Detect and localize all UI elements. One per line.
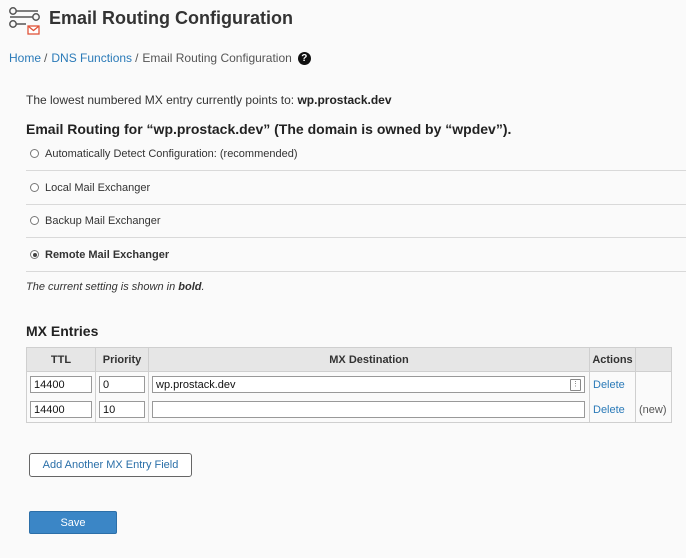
priority-input[interactable]: 0 [99,376,145,393]
mx-pointer-domain: wp.prostack.dev [297,93,392,107]
autofill-icon[interactable]: ⋮ [570,378,581,391]
breadcrumb-current: Email Routing Configuration [142,51,292,65]
current-note-bold: bold [178,281,202,293]
current-note-suffix: . [201,281,205,293]
option-local-mail-exchanger[interactable]: Local Mail Exchanger [26,171,686,204]
save-button[interactable]: Save [29,511,117,534]
ttl-value: 14400 [34,378,65,391]
ttl-input[interactable]: 14400 [30,376,92,393]
mx-pointer-note: The lowest numbered MX entry currently p… [26,93,392,107]
ttl-value: 14400 [34,403,65,416]
breadcrumb-dns-functions-link[interactable]: DNS Functions [51,51,132,65]
breadcrumb-separator: / [44,51,48,65]
email-routing-heading: Email Routing for “wp.prostack.dev” (The… [26,121,512,137]
mx-entries-table: TTL Priority MX Destination Actions 1440… [26,347,672,423]
option-local-label: Local Mail Exchanger [45,181,151,194]
ttl-input[interactable]: 14400 [30,401,92,418]
priority-value: 0 [103,378,110,391]
row-tag-new: (new) [639,403,667,416]
priority-input[interactable]: 10 [99,401,145,418]
mx-destination-value: wp.prostack.dev [156,378,236,391]
email-routing-icon [8,6,42,36]
breadcrumb-separator: / [135,51,139,65]
radio-local-mail-exchanger[interactable] [30,183,39,192]
column-header-priority: Priority [95,347,149,372]
option-auto-detect[interactable]: Automatically Detect Configuration: (rec… [26,137,686,170]
option-remote-mail-exchanger[interactable]: Remote Mail Exchanger [26,238,686,271]
option-remote-label: Remote Mail Exchanger [45,248,170,261]
delete-link[interactable]: Delete [593,379,625,391]
mx-destination-input[interactable] [152,401,585,418]
question-circle-icon[interactable]: ? [297,51,311,65]
option-backup-label: Backup Mail Exchanger [45,214,161,227]
mx-entries-heading: MX Entries [26,323,99,339]
table-row: 14400 10 Delete (new) [26,397,672,423]
current-setting-note: The current setting is shown in bold. [26,281,205,293]
column-header-ttl: TTL [26,347,96,372]
mx-destination-input[interactable]: wp.prostack.dev ⋮ [152,376,585,393]
radio-remote-mail-exchanger[interactable] [30,250,39,259]
breadcrumb-home-link[interactable]: Home [9,51,41,65]
priority-value: 10 [103,403,116,416]
mx-pointer-text: The lowest numbered MX entry currently p… [26,93,295,107]
page-title: Email Routing Configuration [49,8,293,28]
column-header-actions: Actions [589,347,636,372]
radio-backup-mail-exchanger[interactable] [30,216,39,225]
option-backup-mail-exchanger[interactable]: Backup Mail Exchanger [26,204,686,237]
column-header-blank [635,347,672,372]
current-note-text: The current setting is shown in [26,281,176,293]
add-mx-entry-field-button[interactable]: Add Another MX Entry Field [29,453,192,477]
option-auto-detect-label: Automatically Detect Configuration: (rec… [45,147,298,160]
radio-auto-detect[interactable] [30,149,39,158]
breadcrumb: Home / DNS Functions / Email Routing Con… [9,51,311,65]
table-header-row: TTL Priority MX Destination Actions [26,347,672,372]
table-row: 14400 0 wp.prostack.dev ⋮ Delete [26,371,672,397]
column-header-mx-destination: MX Destination [148,347,590,372]
delete-link[interactable]: Delete [593,404,625,416]
divider [26,271,686,272]
